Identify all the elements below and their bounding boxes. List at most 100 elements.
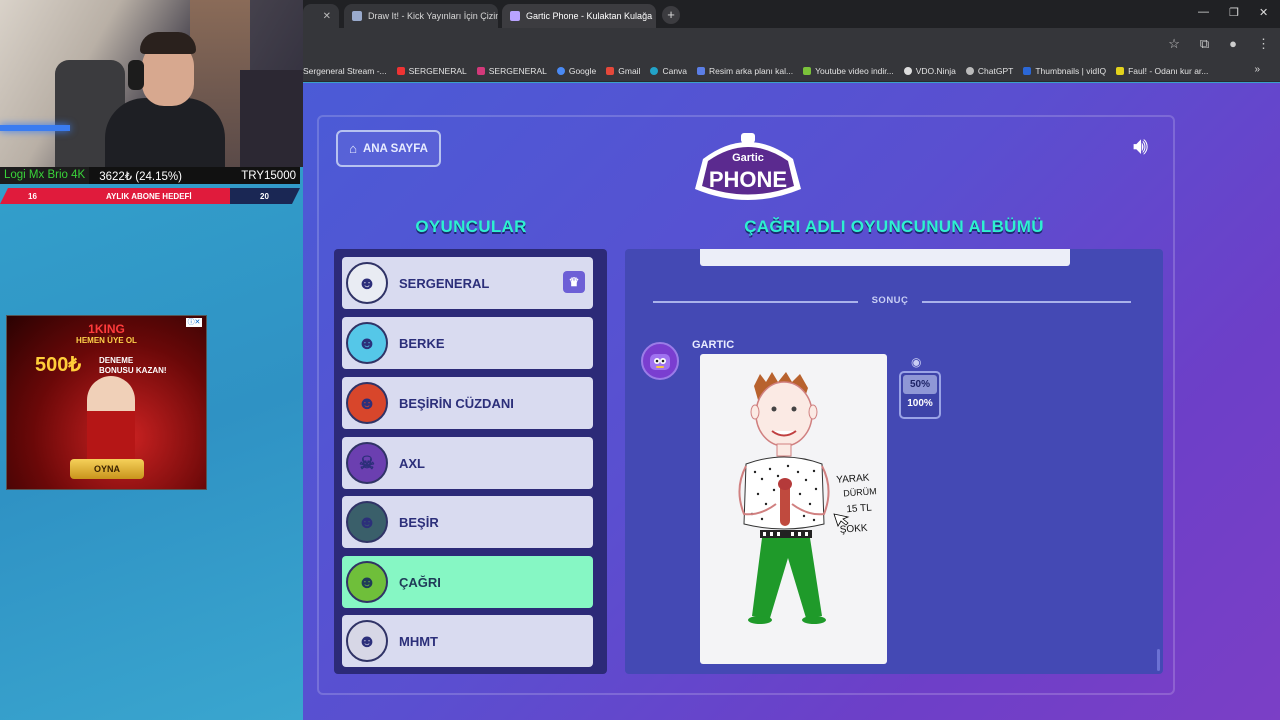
player-avatar: ☻ — [346, 382, 388, 424]
player-name: ÇAĞRI — [399, 574, 441, 590]
maximize-icon[interactable]: ❐ — [1229, 6, 1239, 19]
player-avatar: ☻ — [346, 561, 388, 603]
note-line: 15 TL — [846, 502, 873, 515]
bookmark-item[interactable]: Sergeneral Stream -... — [303, 66, 387, 76]
robot-face-icon — [650, 354, 670, 370]
player-avatar: ☻ — [346, 322, 388, 364]
new-tab-button[interactable]: + — [662, 6, 680, 24]
gartic-phone-logo: Gartic PHONE — [695, 133, 801, 200]
divider-left — [653, 301, 858, 303]
browser-tab-active[interactable]: Gartic Phone - Kulaktan Kulağa ✕ — [502, 4, 656, 28]
bookmark-item[interactable]: ChatGPT — [965, 66, 1013, 76]
bookmark-item[interactable]: Resim arka planı kal... — [697, 66, 793, 76]
player-avatar: ☠ — [346, 442, 388, 484]
author-avatar — [641, 342, 679, 380]
players-list: ☻ SERGENERAL ♛ ☻ BERKE ☻ BEŞİRİN CÜZDANI ☠ AXL ☻ B… — [334, 249, 607, 674]
player-avatar: ☻ — [346, 501, 388, 543]
bookmark-item[interactable]: SERGENERAL — [396, 66, 467, 76]
tab-favicon-icon — [352, 11, 362, 21]
bookmark-item[interactable]: Faul! - Odanı kur ar... — [1116, 66, 1208, 76]
note-line: YARAK — [836, 473, 870, 486]
player-name: SERGENERAL — [399, 275, 490, 291]
note-line: DÜRÜM — [843, 486, 877, 498]
bookmark-item[interactable]: VDO.Ninja — [903, 66, 956, 76]
drawing-image: YARAK DÜRÜM 15 TL ŞOKK — [738, 372, 877, 624]
bookmark-item[interactable]: SERGENERAL — [476, 66, 547, 76]
player-name: BEŞİR — [399, 514, 439, 530]
host-crown-icon: ♛ — [563, 271, 585, 293]
player-item[interactable]: ☻ SERGENERAL ♛ — [342, 257, 593, 309]
close-window-icon[interactable]: ✕ — [1259, 6, 1268, 19]
donation-goal-bar: Logi Mx Brio 4K 3622₺ (24.15%) TRY15000 — [0, 167, 300, 184]
profile-avatar[interactable]: ● — [1229, 36, 1237, 52]
player-name: BERKE — [399, 335, 445, 351]
player-item[interactable]: ☻ BEŞİRİN CÜZDANI — [342, 377, 593, 429]
home-icon: ⌂ — [349, 141, 357, 156]
drawing-canvas: YARAK DÜRÜM 15 TL ŞOKK — [700, 354, 887, 664]
gmail-icon — [606, 66, 615, 75]
player-item[interactable]: ☻ BERKE — [342, 317, 593, 369]
advertisement-banner[interactable]: ⓘ✕ 1KING HEMEN ÜYE OL 500₺ DENEME BONUSU… — [6, 315, 207, 490]
author-name: GARTIC — [692, 339, 735, 351]
bookmark-star-icon[interactable]: ☆ — [1168, 36, 1180, 52]
bookmark-item[interactable]: Gmail — [606, 66, 640, 76]
ad-close-icon[interactable]: ⓘ✕ — [186, 318, 202, 327]
menu-icon[interactable]: ⋮ — [1257, 36, 1270, 52]
logo-text-bottom: PHONE — [709, 167, 787, 192]
player-item[interactable]: ☻ MHMT — [342, 615, 593, 667]
download-icon — [803, 66, 812, 75]
ad-play-button[interactable]: OYNA — [70, 459, 144, 479]
album-title: ÇAĞRI ADLI OYUNCUNUN ALBÜMÜ — [744, 217, 1044, 236]
player-name: AXL — [399, 455, 425, 471]
previous-card — [700, 249, 1070, 266]
faul-icon — [1116, 66, 1125, 75]
result-label: SONUÇ — [871, 295, 909, 306]
player-name: BEŞİRİN CÜZDANI — [399, 395, 514, 411]
bookmark-item[interactable]: Thumbnails | vidIQ — [1023, 66, 1106, 76]
bookmark-item[interactable]: Youtube video indir... — [803, 66, 894, 76]
player-item[interactable]: ☻ BEŞİR — [342, 496, 593, 548]
bookmark-item[interactable]: Canva — [650, 66, 687, 76]
goal-current: 16 — [28, 191, 37, 201]
subscriber-goal-bar: 16 AYLIK ABONE HEDEFİ 20 — [0, 188, 300, 204]
vdo-ninja-icon — [903, 66, 912, 75]
canva-icon — [650, 66, 659, 75]
player-item[interactable]: ☠ AXL — [342, 437, 593, 489]
bookmark-item[interactable]: Google — [556, 66, 596, 76]
ad-amount: 500₺ — [35, 354, 82, 376]
gartic-phone-page: ⌂ ANA SAYFA Gartic PHONE 🔊︎ OYUNCULAR ÇA… — [303, 83, 1280, 720]
logo-text-top: Gartic — [732, 152, 764, 164]
goal-label: AYLIK ABONE HEDEFİ — [106, 191, 192, 201]
close-tab-icon[interactable]: ✕ — [323, 11, 331, 22]
note-line: ŞOKK — [839, 523, 868, 536]
tab-label: Draw It! - Kick Yayınları İçin Çizim — [368, 11, 498, 21]
player-item[interactable]: ☻ ÇAĞRI — [342, 556, 593, 608]
goal-value: 3622₺ (24.15%) — [99, 170, 182, 183]
album-scrollbar[interactable] — [1157, 649, 1160, 671]
browser-tab[interactable]: Draw It! - Kick Yayınları İçin Çizim ✕ — [344, 4, 498, 28]
tab-label: Gartic Phone - Kulaktan Kulağa — [526, 11, 653, 21]
eye-icon: ◉ — [911, 355, 922, 369]
playback-speed-selector: 50% 100% — [899, 371, 941, 419]
webcam-feed — [0, 0, 303, 167]
youtube-icon — [396, 66, 405, 75]
player-avatar: ☻ — [346, 262, 388, 304]
browser-tab[interactable]: ✕ — [303, 4, 339, 28]
more-bookmarks-icon[interactable]: » — [1254, 64, 1260, 75]
speed-option-100[interactable]: 100% — [903, 394, 937, 413]
home-button[interactable]: ⌂ ANA SAYFA — [336, 130, 441, 167]
ad-brand: 1KING — [88, 322, 125, 336]
extensions-icon[interactable]: ⧉ — [1200, 36, 1209, 52]
camera-label: Logi Mx Brio 4K — [0, 167, 90, 184]
chatgpt-icon — [965, 66, 974, 75]
players-title: OYUNCULAR — [415, 217, 527, 236]
player-avatar: ☻ — [346, 620, 388, 662]
bookmark-icon — [697, 66, 706, 75]
instagram-icon — [476, 66, 485, 75]
sound-icon[interactable]: 🔊︎ — [1133, 133, 1148, 161]
goal-max: 20 — [260, 191, 269, 201]
goal-target: TRY15000 — [241, 169, 296, 182]
divider-right — [922, 301, 1131, 303]
minimize-icon[interactable]: — — [1198, 6, 1209, 18]
speed-option-50[interactable]: 50% — [903, 375, 937, 394]
